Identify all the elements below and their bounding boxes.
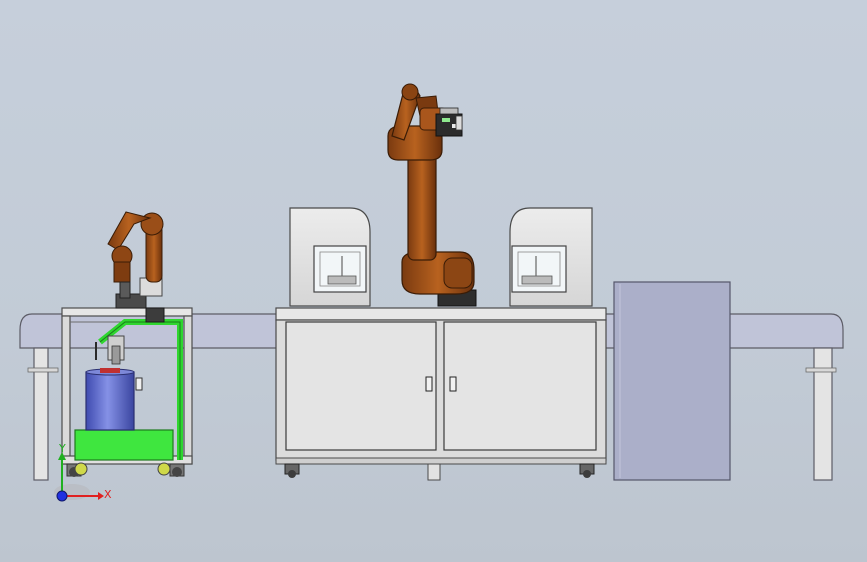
cabinet-handle-left xyxy=(425,376,433,392)
large-robot-arm xyxy=(387,83,477,307)
center-cabinet xyxy=(275,307,607,481)
paint-barrel xyxy=(85,368,135,431)
cad-assembly-view: X Y xyxy=(19,83,844,502)
hood-enclosure-right xyxy=(509,207,593,307)
x-axis-label: X xyxy=(104,488,112,501)
cabinet-handle-right xyxy=(449,376,457,392)
left-cart-handle xyxy=(135,377,143,391)
hood-enclosure-left xyxy=(289,207,371,307)
right-side-panel xyxy=(613,281,731,481)
cabinet-door-left xyxy=(285,321,437,451)
small-robot-arm xyxy=(107,211,165,323)
z-axis-dot xyxy=(56,490,68,502)
gripper-tool xyxy=(435,107,463,137)
y-axis-label: Y xyxy=(58,442,66,455)
cabinet-door-right xyxy=(443,321,597,451)
